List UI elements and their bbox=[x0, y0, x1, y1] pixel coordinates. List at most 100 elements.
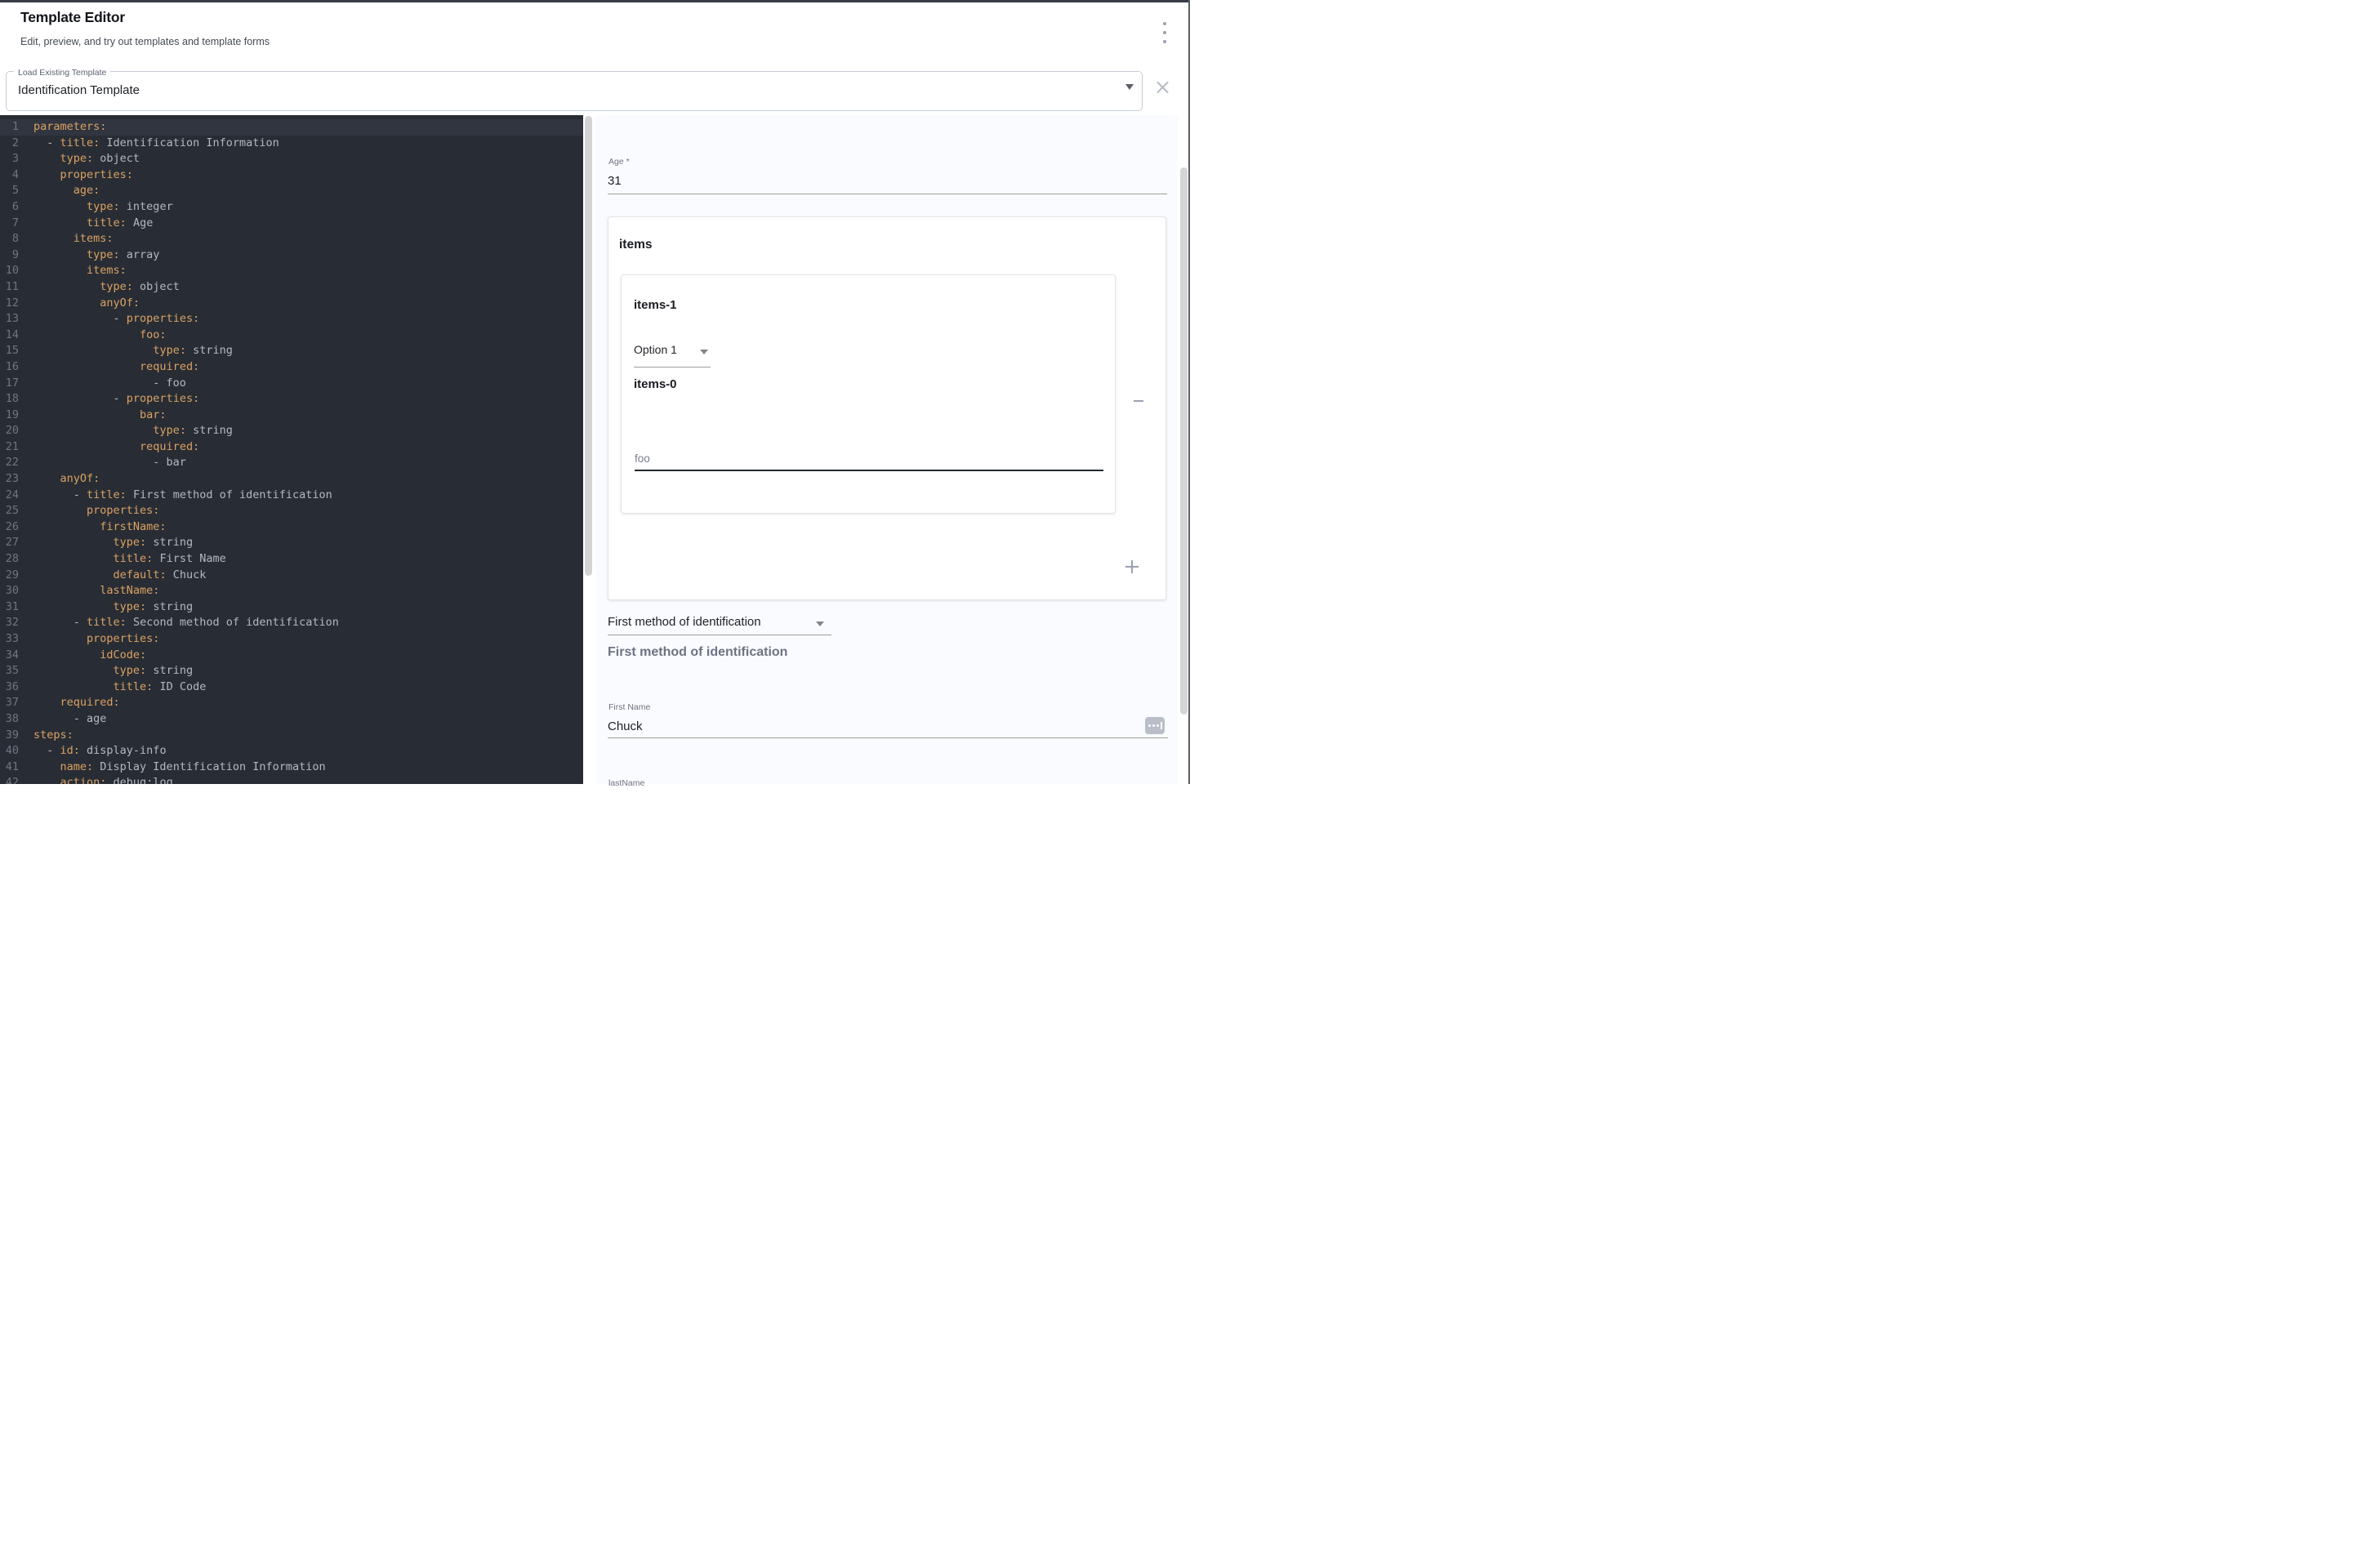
minus-icon bbox=[1134, 400, 1143, 402]
code-line[interactable]: 36 title: ID Code bbox=[0, 679, 583, 696]
line-number: 17 bbox=[0, 376, 19, 392]
code-line[interactable]: 37 required: bbox=[0, 695, 583, 711]
line-number: 27 bbox=[0, 535, 19, 551]
code-line[interactable]: 2 - title: Identification Information bbox=[0, 136, 583, 152]
template-select-label: Load Existing Template bbox=[14, 68, 110, 78]
code-line[interactable]: 6 type: integer bbox=[0, 199, 583, 216]
window-top-strip bbox=[0, 0, 1190, 2]
line-number: 11 bbox=[0, 279, 19, 296]
line-number: 4 bbox=[0, 167, 19, 184]
line-number: 6 bbox=[0, 199, 19, 216]
clear-template-button[interactable] bbox=[1156, 80, 1170, 94]
code-line[interactable]: 31 type: string bbox=[0, 599, 583, 616]
code-line[interactable]: 32 - title: Second method of identificat… bbox=[0, 615, 583, 631]
remove-item-button[interactable] bbox=[1128, 392, 1149, 410]
code-line[interactable]: 42 action: debug:log bbox=[0, 775, 583, 784]
code-line[interactable]: 33 properties: bbox=[0, 631, 583, 648]
method-select-arrow-icon[interactable] bbox=[816, 621, 824, 626]
code-line[interactable]: 19 bar: bbox=[0, 408, 583, 424]
item-card bbox=[621, 274, 1116, 514]
code-line[interactable]: 10 items: bbox=[0, 263, 583, 279]
code-line[interactable]: 3 type: object bbox=[0, 151, 583, 167]
line-number: 23 bbox=[0, 471, 19, 488]
code-line[interactable]: 11 type: object bbox=[0, 279, 583, 296]
line-number: 40 bbox=[0, 743, 19, 760]
line-number: 18 bbox=[0, 391, 19, 408]
code-line[interactable]: 35 type: string bbox=[0, 663, 583, 679]
code-line[interactable]: 20 type: string bbox=[0, 423, 583, 439]
code-line[interactable]: 24 - title: First method of identificati… bbox=[0, 488, 583, 504]
code-line[interactable]: 18 - properties: bbox=[0, 391, 583, 408]
code-line[interactable]: 16 required: bbox=[0, 359, 583, 376]
line-number: 20 bbox=[0, 423, 19, 439]
line-number: 16 bbox=[0, 359, 19, 376]
items-card-heading: items bbox=[619, 238, 653, 252]
yaml-code-editor[interactable]: 1parameters:2 - title: Identification In… bbox=[0, 115, 583, 784]
template-select-value[interactable]: Identification Template bbox=[18, 83, 140, 97]
add-item-button[interactable] bbox=[1121, 556, 1143, 577]
code-line[interactable]: 39steps: bbox=[0, 728, 583, 744]
code-line[interactable]: 1parameters: bbox=[0, 119, 583, 136]
code-line[interactable]: 17 - foo bbox=[0, 376, 583, 392]
foo-input[interactable] bbox=[635, 470, 1103, 471]
first-name-input-underline bbox=[608, 737, 1168, 738]
line-number: 5 bbox=[0, 183, 19, 199]
line-number: 38 bbox=[0, 711, 19, 728]
line-number: 42 bbox=[0, 775, 19, 784]
age-input[interactable]: 31 bbox=[608, 174, 622, 188]
line-number: 22 bbox=[0, 455, 19, 471]
code-line[interactable]: 13 - properties: bbox=[0, 311, 583, 327]
method-select-value[interactable]: First method of identification bbox=[608, 615, 761, 629]
code-line[interactable]: 5 age: bbox=[0, 183, 583, 199]
line-number: 9 bbox=[0, 247, 19, 264]
code-line[interactable]: 7 title: Age bbox=[0, 216, 583, 232]
code-line[interactable]: 34 idCode: bbox=[0, 648, 583, 664]
code-line[interactable]: 23 anyOf: bbox=[0, 471, 583, 488]
line-number: 21 bbox=[0, 439, 19, 456]
code-line[interactable]: 22 - bar bbox=[0, 455, 583, 471]
code-line[interactable]: 4 properties: bbox=[0, 167, 583, 184]
code-line[interactable]: 8 items: bbox=[0, 231, 583, 247]
code-line[interactable]: 40 - id: display-info bbox=[0, 743, 583, 760]
line-number: 36 bbox=[0, 679, 19, 696]
line-number: 15 bbox=[0, 343, 19, 359]
window-right-edge bbox=[1188, 0, 1190, 784]
first-name-input[interactable]: Chuck bbox=[608, 719, 643, 733]
line-number: 31 bbox=[0, 599, 19, 616]
line-number: 30 bbox=[0, 583, 19, 599]
line-number: 32 bbox=[0, 615, 19, 631]
code-line[interactable]: 15 type: string bbox=[0, 343, 583, 359]
line-number: 19 bbox=[0, 408, 19, 424]
code-line[interactable]: 14 foo: bbox=[0, 327, 583, 344]
item-sub-heading: items-0 bbox=[634, 377, 677, 391]
code-line[interactable]: 28 title: First Name bbox=[0, 551, 583, 568]
page-title: Template Editor bbox=[20, 9, 125, 26]
option-select-arrow-icon[interactable] bbox=[700, 350, 708, 354]
code-line[interactable]: 27 type: string bbox=[0, 535, 583, 551]
option-select-underline bbox=[634, 367, 711, 368]
line-number: 2 bbox=[0, 136, 19, 152]
line-number: 33 bbox=[0, 631, 19, 648]
line-number: 14 bbox=[0, 327, 19, 344]
age-field-label: Age * bbox=[608, 157, 630, 167]
template-select[interactable] bbox=[6, 71, 1143, 111]
code-line[interactable]: 38 - age bbox=[0, 711, 583, 728]
code-line[interactable]: 12 anyOf: bbox=[0, 296, 583, 312]
last-name-field-label: lastName bbox=[608, 778, 644, 788]
autofill-keyboard-icon[interactable] bbox=[1145, 717, 1165, 734]
line-number: 13 bbox=[0, 311, 19, 327]
page-scrollbar-thumb[interactable] bbox=[1180, 167, 1188, 715]
line-number: 10 bbox=[0, 263, 19, 279]
code-line[interactable]: 41 name: Display Identification Informat… bbox=[0, 760, 583, 776]
editor-scrollbar-thumb[interactable] bbox=[585, 116, 592, 576]
chevron-down-icon[interactable] bbox=[1125, 84, 1134, 90]
kebab-menu-icon[interactable] bbox=[1161, 22, 1169, 43]
code-line[interactable]: 29 default: Chuck bbox=[0, 568, 583, 584]
code-line[interactable]: 9 type: array bbox=[0, 247, 583, 264]
code-line[interactable]: 26 firstName: bbox=[0, 519, 583, 536]
option-select-value[interactable]: Option 1 bbox=[634, 343, 677, 356]
code-line[interactable]: 30 lastName: bbox=[0, 583, 583, 599]
code-line[interactable]: 21 required: bbox=[0, 439, 583, 456]
method-section-heading: First method of identification bbox=[608, 645, 787, 660]
code-line[interactable]: 25 properties: bbox=[0, 503, 583, 519]
